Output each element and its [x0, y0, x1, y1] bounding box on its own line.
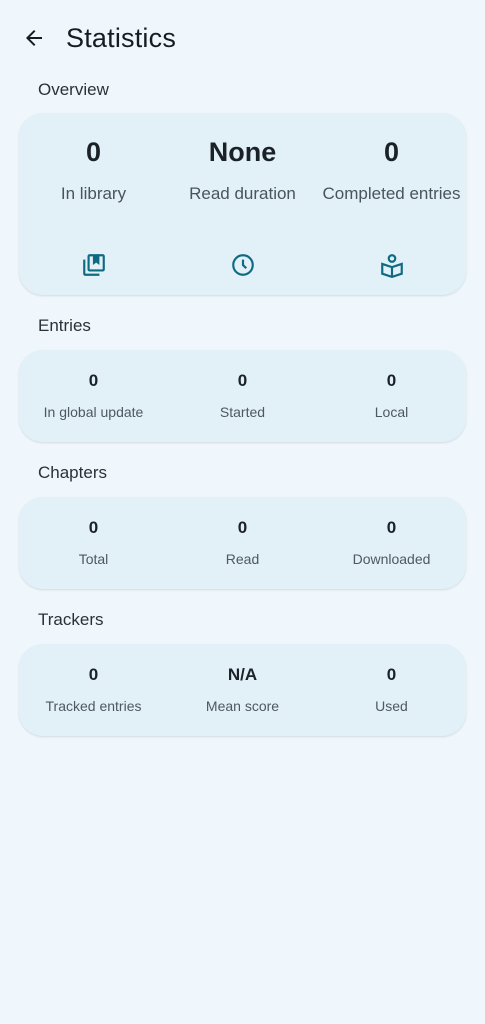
stat-read: 0 Read: [168, 517, 317, 589]
stat-label: Read duration: [189, 184, 296, 203]
stat-value: 0: [85, 137, 102, 167]
top-app-bar: Statistics: [0, 0, 485, 76]
stat-value: N/A: [227, 665, 258, 684]
back-button[interactable]: [20, 24, 48, 52]
stat-label: Read: [225, 551, 260, 567]
stat-label: Started: [219, 404, 266, 420]
trackers-card: 0 Tracked entries N/A Mean score 0 Used: [19, 644, 466, 736]
stat-label: Local: [374, 404, 409, 420]
clock-icon: [229, 251, 257, 279]
arrow-back-icon: [26, 30, 42, 46]
stat-label: Tracked entries: [45, 698, 142, 714]
stat-in-global-update: 0 In global update: [19, 370, 168, 442]
stat-value: 0: [386, 371, 397, 390]
stat-value: 0: [88, 371, 99, 390]
section-header-overview: Overview: [38, 80, 109, 99]
stat-label: Mean score: [205, 698, 280, 714]
page-title: Statistics: [66, 22, 177, 53]
stat-value: 0: [88, 518, 99, 537]
section-header-entries: Entries: [38, 316, 91, 335]
stat-mean-score: N/A Mean score: [168, 664, 317, 736]
section-header-trackers: Trackers: [38, 610, 104, 629]
stat-tracked-entries: 0 Tracked entries: [19, 664, 168, 736]
entries-card: 0 In global update 0 Started 0 Local: [19, 350, 466, 442]
stat-in-library: 0 In library: [19, 135, 168, 295]
stat-completed-entries: 0 Completed entries: [317, 135, 466, 295]
stat-read-duration: None Read duration: [168, 135, 317, 295]
stat-value: 0: [383, 137, 400, 167]
stat-value: 0: [237, 518, 248, 537]
stat-downloaded: 0 Downloaded: [317, 517, 466, 589]
stat-label: Downloaded: [352, 551, 431, 567]
overview-card: 0 In library None Read duration 0 Comple…: [19, 113, 466, 295]
stat-started: 0 Started: [168, 370, 317, 442]
stat-value: 0: [237, 371, 248, 390]
stat-value: 0: [386, 665, 397, 684]
stat-total: 0 Total: [19, 517, 168, 589]
stat-label: In global update: [43, 404, 144, 420]
stat-local: 0 Local: [317, 370, 466, 442]
library-icon: [80, 251, 108, 279]
stat-value: 0: [88, 665, 99, 684]
stat-value: None: [208, 137, 277, 167]
stat-value: 0: [386, 518, 397, 537]
book-reader-icon: [378, 251, 406, 279]
chapters-card: 0 Total 0 Read 0 Downloaded: [19, 497, 466, 589]
stat-label: Used: [375, 698, 408, 714]
section-header-chapters: Chapters: [38, 463, 107, 482]
stat-label: Total: [78, 551, 109, 567]
stat-label: Completed entries: [322, 184, 461, 203]
stat-label: In library: [60, 184, 127, 203]
stat-used: 0 Used: [317, 664, 466, 736]
